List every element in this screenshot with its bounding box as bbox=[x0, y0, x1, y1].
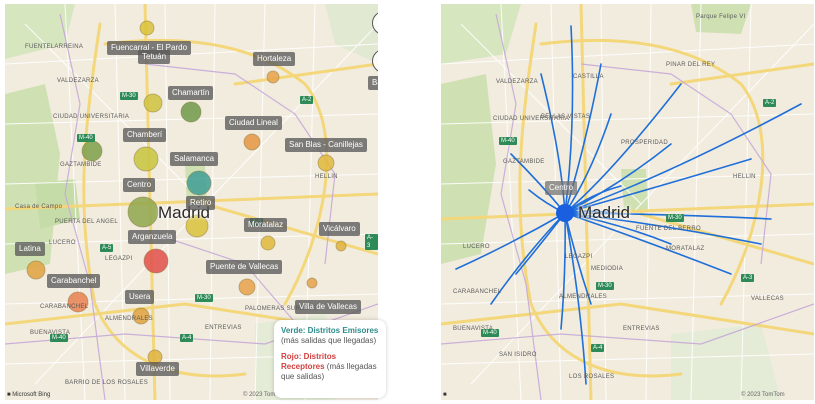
road-shield: A-5 bbox=[100, 244, 114, 252]
district-label[interactable]: Moratalaz bbox=[244, 218, 288, 232]
district-label[interactable]: Retiro bbox=[186, 196, 216, 210]
legend-red-entry: Rojo: Distritos Receptores (más llegadas… bbox=[281, 352, 379, 382]
map-base-layer bbox=[441, 4, 814, 400]
neighborhood-label: HELLIN bbox=[315, 174, 338, 180]
district-bubble[interactable] bbox=[180, 101, 202, 123]
district-label[interactable]: Carabanchel bbox=[47, 274, 101, 288]
neighborhood-label: BARRIO DE LOS ROSALES bbox=[65, 380, 148, 386]
neighborhood-label: LUCERO bbox=[49, 240, 76, 246]
legend-green-entry: Verde: Distritos Emisores (más salidas q… bbox=[281, 326, 379, 346]
district-bubble[interactable] bbox=[143, 248, 169, 274]
neighborhood-label: SAN ISIDRO bbox=[499, 352, 537, 358]
neighborhood-label: ENTREVIAS bbox=[623, 326, 660, 332]
district-label[interactable]: Latina bbox=[15, 242, 45, 256]
bing-logo: ■ bbox=[443, 392, 447, 398]
district-label[interactable]: Usera bbox=[125, 290, 155, 304]
neighborhood-label: MEDIODIA bbox=[591, 266, 624, 272]
neighborhood-label: BELLAS VISTAS bbox=[541, 114, 591, 120]
road-shield: M-40 bbox=[50, 334, 68, 342]
district-label[interactable]: Hortaleza bbox=[253, 52, 296, 66]
neighborhood-label: LUCERO bbox=[463, 244, 490, 250]
district-label[interactable]: Villaverde bbox=[136, 362, 179, 376]
neighborhood-label: CIUDAD UNIVERSITARIA bbox=[53, 114, 130, 120]
district-bubble[interactable] bbox=[26, 260, 46, 280]
centro-label: Centro bbox=[545, 181, 578, 195]
district-label[interactable]: Tetuán bbox=[138, 50, 171, 64]
neighborhood-label: PINAR DEL REY bbox=[666, 62, 716, 68]
district-bubble[interactable] bbox=[243, 133, 261, 151]
road-shield: M-40 bbox=[481, 329, 499, 337]
neighborhood-label: FUENTE DEL BERRO bbox=[636, 226, 701, 232]
map-legend: Verde: Distritos Emisores (más salidas q… bbox=[274, 320, 386, 398]
road-shield: M-40 bbox=[77, 134, 95, 142]
centro-hub-marker[interactable] bbox=[556, 204, 574, 222]
district-label[interactable]: Centro bbox=[123, 178, 156, 192]
neighborhood-label: LEGAZPI bbox=[105, 256, 133, 262]
neighborhood-label: GAZTAMBIDE bbox=[503, 159, 545, 165]
road-shield: A-2 bbox=[300, 96, 314, 104]
copyright-text: © 2023 TomTom bbox=[741, 392, 785, 398]
neighborhood-label: VALDEZARZA bbox=[496, 79, 538, 85]
district-label[interactable]: Salamanca bbox=[170, 152, 219, 166]
neighborhood-label: FUENTELARREINA bbox=[25, 44, 84, 50]
legend-green-title: Verde: Distritos Emisores bbox=[281, 326, 379, 335]
neighborhood-label: PROSPERIDAD bbox=[621, 140, 668, 146]
district-bubble[interactable] bbox=[306, 277, 318, 289]
district-label[interactable]: Chamartín bbox=[168, 86, 214, 100]
city-label: Madrid bbox=[578, 203, 630, 222]
road-shield: A-3 bbox=[365, 234, 378, 250]
neighborhood-label: HELLIN bbox=[733, 174, 756, 180]
neighborhood-label: CASTILLA bbox=[573, 74, 604, 80]
road-shield: M-30 bbox=[596, 282, 614, 290]
district-bubble[interactable] bbox=[317, 154, 335, 172]
neighborhood-label: LOS ROSALES bbox=[569, 374, 615, 380]
neighborhood-label: CARABANCHEL bbox=[453, 289, 502, 295]
neighborhood-label: MORATALAZ bbox=[666, 246, 705, 252]
centro-flows-map[interactable]: Parque Felipe VI CASTILLA PINAR DEL REY PRO… bbox=[441, 4, 814, 400]
district-bubble[interactable] bbox=[238, 278, 256, 296]
district-bubble[interactable] bbox=[139, 20, 155, 36]
district-label[interactable]: Arganzuela bbox=[128, 230, 177, 244]
neighborhood-label: ALMENDRALES bbox=[105, 316, 153, 322]
road-shield: A-2 bbox=[763, 99, 777, 107]
district-bubble[interactable] bbox=[186, 170, 212, 196]
road-shield: M-30 bbox=[120, 92, 138, 100]
road-shield: A-3 bbox=[741, 274, 755, 282]
district-label[interactable]: Barajas bbox=[368, 76, 378, 90]
neighborhood-label: GAZTAMBIDE bbox=[60, 162, 102, 168]
district-bubble[interactable] bbox=[335, 240, 347, 252]
district-label[interactable]: Ciudad Lineal bbox=[225, 116, 282, 130]
district-label[interactable]: Villa de Vallecas bbox=[295, 300, 361, 314]
road-shield: A-4 bbox=[180, 334, 194, 342]
district-bubble[interactable] bbox=[143, 93, 163, 113]
neighborhood-label: VALLECAS bbox=[751, 296, 784, 302]
bing-logo: ■ Microsoft Bing bbox=[7, 392, 51, 398]
neighborhood-label: VALDEZARZA bbox=[57, 78, 99, 84]
road-shield: M-30 bbox=[666, 214, 684, 222]
neighborhood-label: PUERTA DEL ANGEL bbox=[55, 219, 119, 225]
district-bubble[interactable] bbox=[260, 235, 276, 251]
road-shield: A-4 bbox=[591, 344, 605, 352]
neighborhood-label: ENTREVIAS bbox=[205, 325, 242, 331]
neighborhood-label: LEGAZPI bbox=[565, 254, 593, 260]
legend-green-desc: (más salidas que llegadas) bbox=[281, 336, 377, 345]
district-bubble[interactable] bbox=[81, 140, 103, 162]
neighborhood-label: Parque Felipe VI bbox=[696, 14, 746, 20]
district-label[interactable]: Puente de Vallecas bbox=[206, 260, 283, 274]
road-shield: M-30 bbox=[195, 294, 213, 302]
neighborhood-label: Casa de Campo bbox=[15, 204, 63, 210]
district-label[interactable]: Chamberí bbox=[123, 128, 167, 142]
district-bubble[interactable] bbox=[133, 146, 159, 172]
district-bubble[interactable] bbox=[127, 196, 159, 228]
district-label[interactable]: San Blas - Canillejas bbox=[285, 138, 367, 152]
neighborhood-label: CARABANCHEL bbox=[40, 304, 89, 310]
district-bubble[interactable] bbox=[266, 70, 280, 84]
neighborhood-label: ALMENDRALES bbox=[559, 294, 607, 300]
district-label[interactable]: Vicálvaro bbox=[319, 222, 360, 236]
road-shield: M-40 bbox=[499, 137, 517, 145]
